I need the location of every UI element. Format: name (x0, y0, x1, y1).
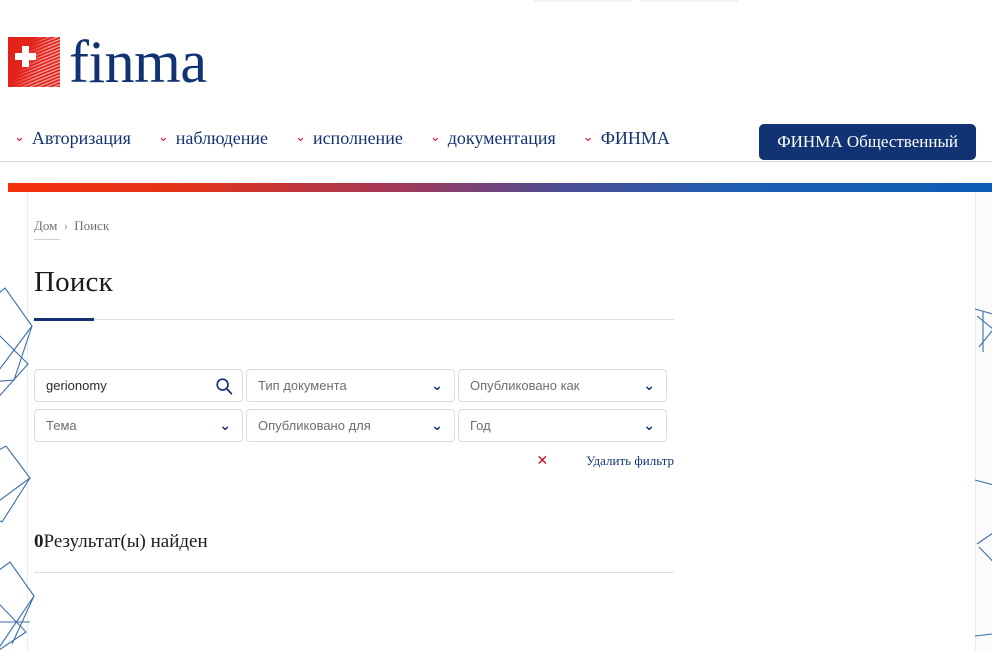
close-x-icon[interactable]: ✕ (536, 454, 548, 468)
finma-public-button[interactable]: ФИНМА Общественный (759, 124, 976, 160)
main-content: Дом › Поиск Поиск gerionomy Тип документ… (34, 192, 674, 574)
nav-item-authorization[interactable]: ⌄ Авторизация (14, 128, 131, 149)
site-header: finma ⌄ Авторизация ⌄ наблюдение ⌄ испол… (0, 7, 992, 162)
chevron-down-icon: ⌄ (295, 130, 306, 145)
utility-segment-left (534, 0, 632, 2)
filter-published-for[interactable]: Опубликовано для ⌄ (246, 409, 455, 443)
chevron-down-icon: ⌄ (431, 377, 443, 394)
filter-document-type[interactable]: Тип документа ⌄ (246, 369, 455, 403)
page-title-rule (34, 318, 674, 322)
filter-published-for-label: Опубликовано для (258, 418, 371, 434)
nav-item-label: документация (447, 128, 556, 148)
results-label: Результат(ы) найден (43, 531, 208, 553)
nav-item-supervision[interactable]: ⌄ наблюдение (158, 128, 268, 149)
search-filters: gerionomy Тип документа ⌄ Опубликовано к… (34, 369, 674, 443)
chevron-down-icon: ⌄ (643, 377, 655, 394)
breadcrumb-home[interactable]: Дом (34, 218, 57, 233)
chevron-down-icon: ⌄ (582, 130, 594, 145)
nav-item-finma[interactable]: ⌄ ФИНМА (583, 128, 670, 149)
site-logo[interactable]: finma (8, 29, 207, 95)
results-divider (34, 572, 674, 574)
nav-item-label: исполнение (312, 128, 403, 148)
search-input[interactable]: gerionomy (34, 369, 243, 403)
filter-published-as[interactable]: Опубликовано как ⌄ (458, 369, 667, 403)
cross-horizontal-bar (15, 53, 36, 60)
chevron-down-icon: ⌄ (14, 130, 25, 145)
content-frame-left-edge (27, 192, 28, 651)
filter-topic-label: Тема (46, 418, 77, 434)
gradient-accent-bar (8, 183, 992, 192)
chevron-down-icon: ⌄ (643, 417, 655, 434)
nav-item-list: ⌄ Авторизация ⌄ наблюдение ⌄ исполнение … (14, 115, 670, 162)
results-count: 0 (34, 531, 44, 553)
filter-document-type-label: Тип документа (258, 378, 347, 394)
results-heading: 0Результат(ы) найден (34, 531, 674, 553)
nav-item-documentation[interactable]: ⌄ документация (430, 128, 556, 149)
search-icon[interactable] (215, 377, 233, 395)
chevron-down-icon: ⌄ (431, 417, 443, 434)
breadcrumb-separator: › (63, 218, 68, 233)
page-root: finma ⌄ Авторизация ⌄ наблюдение ⌄ испол… (0, 0, 992, 651)
page-title: Поиск (34, 266, 113, 298)
logo-wordmark: finma (69, 29, 207, 95)
nav-item-label: Авторизация (31, 128, 131, 148)
title-rule-full (34, 319, 674, 321)
swiss-cross-flag-icon (8, 37, 60, 87)
title-rule-accent (34, 318, 94, 322)
nav-item-label: наблюдение (175, 128, 269, 148)
filter-published-as-label: Опубликовано как (470, 378, 580, 394)
chevron-down-icon: ⌄ (219, 417, 231, 434)
filter-topic[interactable]: Тема ⌄ (34, 409, 243, 443)
utility-segment-right (640, 0, 738, 2)
breadcrumb-current: Поиск (74, 218, 110, 233)
chevron-down-icon: ⌄ (157, 130, 169, 145)
outer-gutter (976, 192, 992, 651)
nav-item-label: ФИНМА (600, 128, 670, 148)
filter-year[interactable]: Год ⌄ (458, 409, 667, 443)
filter-year-label: Год (470, 418, 491, 434)
breadcrumb: Дом › Поиск (34, 218, 674, 234)
breadcrumb-underline (34, 239, 60, 240)
chevron-down-icon: ⌄ (429, 130, 441, 145)
main-navigation: ⌄ Авторизация ⌄ наблюдение ⌄ исполнение … (0, 115, 992, 162)
logo-hatch-texture (8, 37, 60, 87)
clear-filter-link[interactable]: Удалить фильтр (586, 453, 674, 469)
nav-item-enforcement[interactable]: ⌄ исполнение (295, 128, 403, 149)
top-utility-sliver (0, 0, 992, 7)
filter-actions: ✕ Удалить фильтр (34, 453, 674, 469)
search-input-value: gerionomy (46, 378, 107, 394)
